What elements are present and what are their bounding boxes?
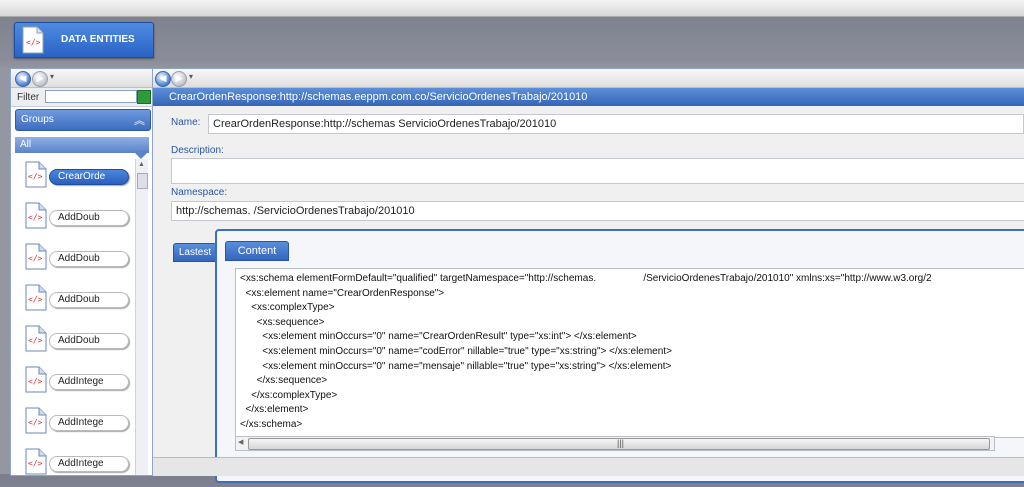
xml-document-icon: </>: [25, 243, 47, 270]
list-item-label[interactable]: AddDoub: [49, 251, 129, 267]
code-line: <xs:schema elementFormDefault="qualified…: [240, 273, 932, 284]
grip-icon: |||: [617, 438, 625, 448]
selected-pointer-icon: [133, 151, 149, 159]
namespace-field[interactable]: http://schemas. /ServicioOrdenesTrabajo/…: [171, 201, 1024, 221]
detail-title: CrearOrdenResponse:http://schemas.eeppm.…: [169, 91, 588, 103]
xml-document-icon: </>: [25, 407, 47, 434]
scroll-thumb[interactable]: [137, 173, 148, 189]
xml-document-icon: </>: [25, 366, 47, 393]
back-arrow-icon[interactable]: ◀: [15, 71, 31, 87]
xml-document-icon: </>: [22, 26, 44, 54]
filter-row: Filter: [11, 88, 154, 107]
history-dropdown-icon[interactable]: ▾: [50, 72, 54, 81]
tab-lastest[interactable]: Lastest: [173, 243, 217, 262]
detail-title-bar: CrearOrdenResponse:http://schemas.eeppm.…: [153, 88, 1024, 106]
list-item[interactable]: </> AddIntege: [15, 364, 135, 405]
list-item[interactable]: </> AddIntege: [15, 405, 135, 446]
history-dropdown-icon[interactable]: ▾: [189, 72, 193, 81]
code-line: </xs:complexType>: [240, 389, 338, 401]
filter-apply-icon[interactable]: [137, 90, 151, 104]
xml-document-icon: </>: [25, 202, 47, 229]
list-item-label[interactable]: AddDoub: [49, 210, 129, 226]
data-entities-tab[interactable]: </> DATA ENTITIES: [14, 22, 154, 58]
tab-content[interactable]: Content: [225, 241, 289, 261]
code-line: <xs:complexType>: [240, 302, 335, 314]
list-item-label[interactable]: AddIntege: [49, 374, 129, 390]
content-horizontal-scrollbar[interactable]: ◀ |||: [235, 436, 995, 451]
svg-text:</>: </>: [28, 254, 43, 263]
code-line: <xs:element minOccurs="0" name="mensaje"…: [240, 360, 672, 372]
xml-content-text: <xs:schema elementFormDefault="qualified…: [236, 269, 1024, 436]
namespace-label: Namespace:: [171, 187, 228, 198]
svg-text:</>: </>: [28, 459, 43, 468]
bottom-status-bar: [153, 457, 1024, 476]
entity-list-panel: ◀ ▶ ▾ Filter Groups ︽ All </> CrearOrde </…: [10, 68, 155, 476]
entity-list: </> CrearOrde </> AddDoub </> AddDoub </> AddDo…: [15, 159, 135, 487]
all-label: All: [20, 139, 32, 150]
code-line: <xs:element minOccurs="0" name="codError…: [240, 345, 672, 357]
xml-document-icon: </>: [25, 448, 47, 475]
content-editor[interactable]: <xs:schema elementFormDefault="qualified…: [235, 268, 1024, 438]
list-item-label[interactable]: CrearOrde: [49, 169, 129, 185]
description-label: Description:: [171, 145, 224, 156]
right-nav-toolbar: ◀ ▶ ▾: [153, 69, 1024, 88]
horizontal-scroll-thumb[interactable]: |||: [248, 438, 990, 450]
list-item[interactable]: </> AddIntege: [15, 446, 135, 487]
filter-input[interactable]: [45, 90, 137, 103]
forward-arrow-icon[interactable]: ▶: [32, 71, 48, 87]
list-item[interactable]: </> AddDoub: [15, 241, 135, 282]
code-line: <xs:sequence>: [240, 316, 325, 328]
all-group-header[interactable]: All: [15, 137, 149, 159]
svg-text:</>: </>: [28, 172, 43, 181]
xml-document-icon: </>: [25, 284, 47, 311]
list-item-label[interactable]: AddDoub: [49, 292, 129, 308]
svg-text:</>: </>: [28, 377, 43, 386]
left-nav-toolbar: ◀ ▶ ▾: [11, 69, 154, 88]
code-line: </xs:sequence>: [240, 375, 328, 387]
svg-text:</>: </>: [26, 38, 41, 47]
list-item-label[interactable]: AddIntege: [49, 456, 129, 472]
description-field[interactable]: [171, 158, 1024, 184]
window-top-bar: [0, 0, 1024, 17]
entity-detail-panel: ◀ ▶ ▾ CrearOrdenResponse:http://schemas.…: [152, 68, 1024, 483]
svg-text:</>: </>: [28, 295, 43, 304]
code-line: <xs:element minOccurs="0" name="CrearOrd…: [240, 331, 637, 343]
svg-text:</>: </>: [28, 336, 43, 345]
list-item-label[interactable]: AddDoub: [49, 333, 129, 349]
code-line: </xs:element>: [240, 404, 309, 416]
scroll-up-icon[interactable]: ▲: [138, 161, 145, 168]
groups-header[interactable]: Groups ︽: [15, 109, 151, 131]
scroll-left-icon[interactable]: ◀: [238, 438, 243, 446]
code-line: </xs:schema>: [240, 418, 303, 430]
name-field[interactable]: CrearOrdenResponse:http://schemas Servic…: [208, 114, 1024, 134]
code-line: <xs:element name="CrearOrdenResponse">: [240, 287, 445, 299]
xml-document-icon: </>: [25, 161, 47, 188]
data-entities-label: DATA ENTITIES: [61, 34, 135, 45]
groups-label: Groups: [21, 114, 54, 125]
filter-label: Filter: [17, 92, 40, 103]
svg-text:</>: </>: [28, 213, 43, 222]
list-item[interactable]: </> CrearOrde: [15, 159, 135, 200]
svg-text:</>: </>: [28, 418, 43, 427]
collapse-chevron-icon[interactable]: ︽: [134, 112, 145, 128]
forward-arrow-icon[interactable]: ▶: [171, 71, 187, 87]
xml-document-icon: </>: [25, 325, 47, 352]
list-item[interactable]: </> AddDoub: [15, 282, 135, 323]
list-item-label[interactable]: AddIntege: [49, 415, 129, 431]
back-arrow-icon[interactable]: ◀: [155, 71, 171, 87]
list-item[interactable]: </> AddDoub: [15, 323, 135, 364]
entity-list-scrollbar[interactable]: ▲: [135, 159, 148, 475]
name-label: Name:: [171, 117, 201, 128]
list-item[interactable]: </> AddDoub: [15, 200, 135, 241]
